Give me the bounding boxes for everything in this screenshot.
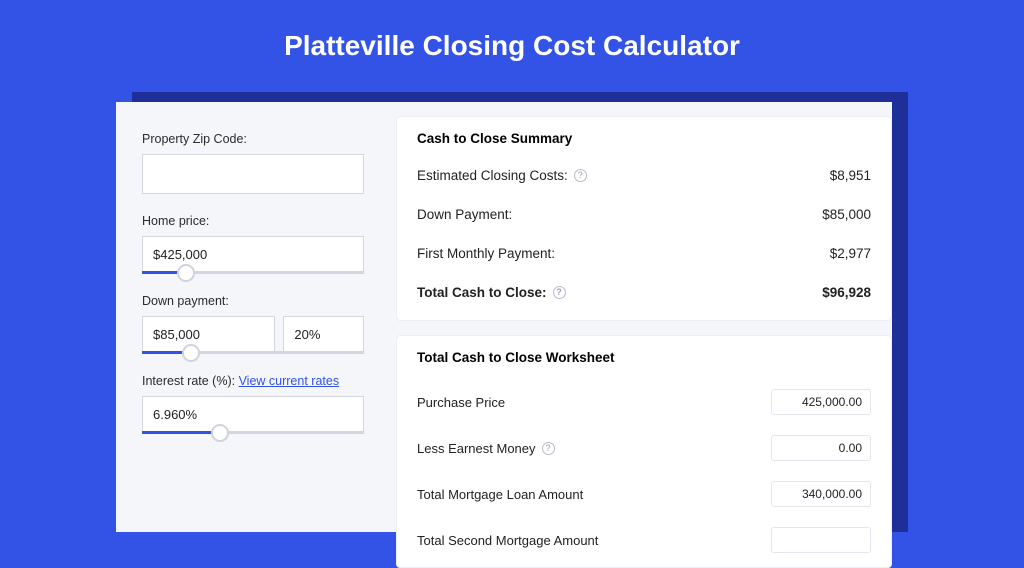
- worksheet-label: Total Second Mortgage Amount: [417, 533, 598, 548]
- summary-row-total: Total Cash to Close: ? $96,928: [417, 277, 871, 316]
- summary-row: First Monthly Payment: $2,977: [417, 238, 871, 277]
- worksheet-value-input[interactable]: [771, 481, 871, 507]
- slider-thumb-icon[interactable]: [182, 344, 200, 362]
- down-payment-label: Down payment:: [142, 294, 364, 308]
- slider-thumb-icon[interactable]: [211, 424, 229, 442]
- summary-label: Estimated Closing Costs:: [417, 168, 568, 183]
- calculator-panel: Property Zip Code: Home price: Down paym…: [116, 102, 892, 532]
- summary-row: Estimated Closing Costs: ? $8,951: [417, 160, 871, 199]
- view-rates-link[interactable]: View current rates: [239, 374, 340, 388]
- worksheet-label: Purchase Price: [417, 395, 505, 410]
- home-price-label: Home price:: [142, 214, 364, 228]
- summary-label: Down Payment:: [417, 207, 512, 222]
- down-payment-percent-input[interactable]: [283, 316, 364, 352]
- down-payment-slider[interactable]: [142, 351, 364, 354]
- zip-label: Property Zip Code:: [142, 132, 364, 146]
- field-home-price: Home price:: [142, 214, 364, 274]
- down-payment-input[interactable]: [142, 316, 275, 352]
- summary-card: Cash to Close Summary Estimated Closing …: [396, 116, 892, 321]
- summary-value: $8,951: [830, 168, 871, 183]
- home-price-slider[interactable]: [142, 271, 364, 274]
- zip-input[interactable]: [142, 154, 364, 194]
- help-icon[interactable]: ?: [574, 169, 587, 182]
- worksheet-title: Total Cash to Close Worksheet: [417, 350, 871, 365]
- worksheet-value-input[interactable]: [771, 435, 871, 461]
- slider-thumb-icon[interactable]: [177, 264, 195, 282]
- home-price-input[interactable]: [142, 236, 364, 272]
- worksheet-row: Purchase Price: [417, 379, 871, 425]
- worksheet-label: Less Earnest Money: [417, 441, 536, 456]
- summary-label: First Monthly Payment:: [417, 246, 555, 261]
- interest-label: Interest rate (%): View current rates: [142, 374, 364, 388]
- field-zip: Property Zip Code:: [142, 132, 364, 194]
- interest-input[interactable]: [142, 396, 364, 432]
- field-interest: Interest rate (%): View current rates: [142, 374, 364, 434]
- main-column: Cash to Close Summary Estimated Closing …: [386, 102, 892, 532]
- field-down-payment: Down payment:: [142, 294, 364, 354]
- summary-row: Down Payment: $85,000: [417, 199, 871, 238]
- worksheet-row: Less Earnest Money ?: [417, 425, 871, 471]
- interest-slider[interactable]: [142, 431, 364, 434]
- summary-value: $96,928: [822, 285, 871, 300]
- page-title: Platteville Closing Cost Calculator: [0, 0, 1024, 84]
- summary-value: $2,977: [830, 246, 871, 261]
- help-icon[interactable]: ?: [553, 286, 566, 299]
- summary-label: Total Cash to Close:: [417, 285, 547, 300]
- worksheet-row: Total Mortgage Loan Amount: [417, 471, 871, 517]
- worksheet-row: Total Second Mortgage Amount: [417, 517, 871, 563]
- sidebar: Property Zip Code: Home price: Down paym…: [116, 102, 386, 532]
- worksheet-value-input[interactable]: [771, 389, 871, 415]
- worksheet-card: Total Cash to Close Worksheet Purchase P…: [396, 335, 892, 568]
- summary-value: $85,000: [822, 207, 871, 222]
- worksheet-value-input[interactable]: [771, 527, 871, 553]
- help-icon[interactable]: ?: [542, 442, 555, 455]
- worksheet-label: Total Mortgage Loan Amount: [417, 487, 583, 502]
- summary-title: Cash to Close Summary: [417, 131, 871, 146]
